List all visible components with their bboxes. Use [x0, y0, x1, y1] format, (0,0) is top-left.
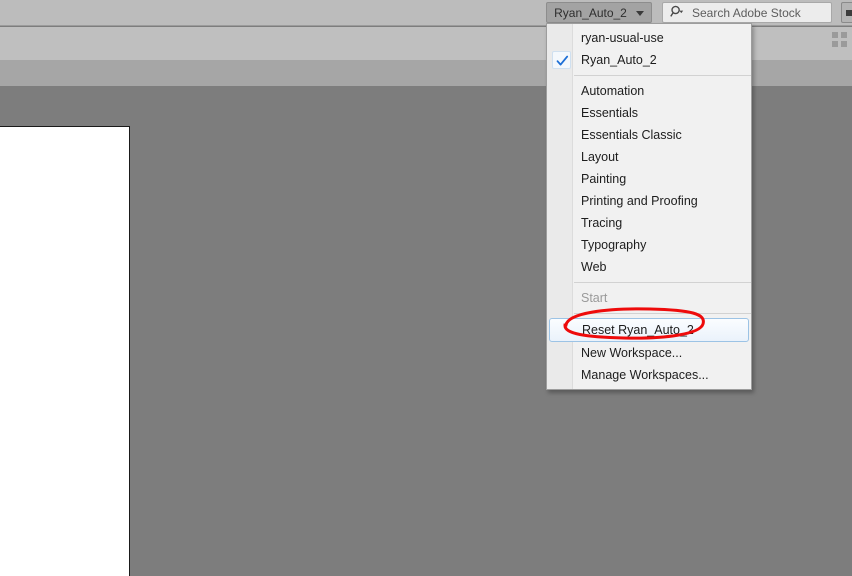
menu-item[interactable]: Automation [547, 80, 751, 102]
workspace-dropdown-menu[interactable]: ryan-usual-use Ryan_Auto_2 Automation Essen… [546, 23, 752, 390]
menu-item[interactable]: Layout [547, 146, 751, 168]
menu-separator [574, 313, 751, 314]
menu-item-label: Painting [581, 172, 627, 186]
menu-separator [574, 282, 751, 283]
artboard[interactable] [0, 126, 130, 576]
check-icon [552, 51, 571, 69]
menu-item[interactable]: Essentials Classic [547, 124, 751, 146]
menu-item[interactable]: Ryan_Auto_2 [547, 49, 751, 71]
adobe-stock-search-placeholder: Search Adobe Stock [692, 5, 801, 20]
workspace-switcher-button[interactable]: Ryan_Auto_2 [546, 2, 652, 23]
menu-item-label: Printing and Proofing [581, 194, 698, 208]
menu-item-label: Manage Workspaces... [581, 368, 709, 382]
menu-item-label: Essentials Classic [581, 128, 682, 142]
menu-item[interactable]: Typography [547, 234, 751, 256]
menu-item-label: Layout [581, 150, 619, 164]
menu-item-label: Typography [581, 238, 647, 252]
panel-grid-cell [832, 41, 838, 47]
menu-item[interactable]: ryan-usual-use [547, 27, 751, 49]
search-icon [670, 5, 685, 21]
menu-separator [574, 75, 751, 76]
menu-item[interactable]: New Workspace... [547, 342, 751, 364]
panel-grid-cell [841, 32, 847, 38]
menu-item[interactable]: Web [547, 256, 751, 278]
menu-item[interactable]: Painting [547, 168, 751, 190]
menu-item[interactable]: Printing and Proofing [547, 190, 751, 212]
menu-item-label: Reset Ryan_Auto_2 [582, 323, 694, 337]
workspace-menu-list: ryan-usual-use Ryan_Auto_2 Automation Essen… [547, 24, 751, 386]
illustrator-window: Ryan_Auto_2 Search Adobe Stock ryan-usua… [0, 0, 852, 576]
menu-item-label: Essentials [581, 106, 638, 120]
panel-grid-icon[interactable] [832, 32, 848, 48]
workspace-switcher-label: Ryan_Auto_2 [554, 5, 627, 20]
menu-item[interactable]: Manage Workspaces... [547, 364, 751, 386]
menu-item-label: New Workspace... [581, 346, 683, 360]
menu-item-label: ryan-usual-use [581, 31, 664, 45]
window-control-glyph [846, 10, 852, 16]
menu-item[interactable]: Tracing [547, 212, 751, 234]
menu-item[interactable]: Essentials [547, 102, 751, 124]
menu-item-label: Web [581, 260, 607, 274]
menu-item: Start [547, 287, 751, 309]
chevron-down-icon [635, 10, 644, 16]
window-control-icon[interactable] [841, 2, 852, 23]
panel-grid-cell [841, 41, 847, 47]
menu-item[interactable]: Reset Ryan_Auto_2 [549, 318, 749, 342]
adobe-stock-search[interactable]: Search Adobe Stock [662, 2, 832, 23]
menu-item-label: Automation [581, 84, 645, 98]
menu-item-label: Start [581, 291, 608, 305]
menu-item-label: Tracing [581, 216, 623, 230]
menu-item-label: Ryan_Auto_2 [581, 53, 657, 67]
panel-grid-cell [832, 32, 838, 38]
